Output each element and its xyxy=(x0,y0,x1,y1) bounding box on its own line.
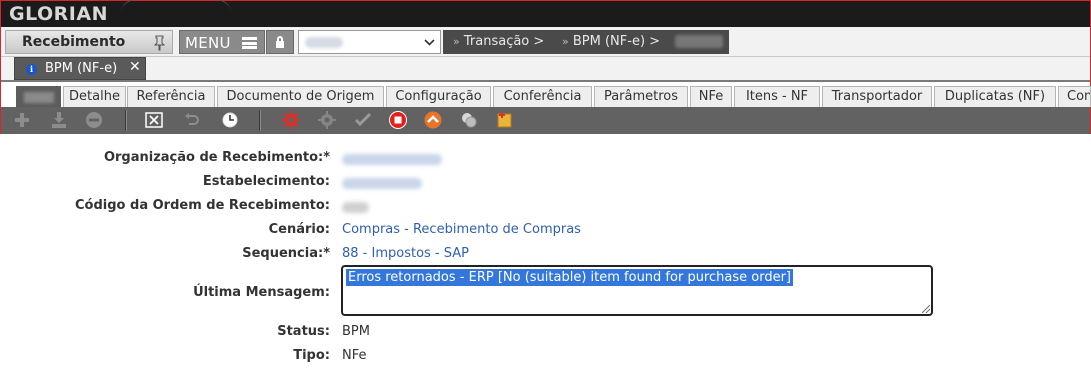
tab-nfe[interactable]: NFe xyxy=(690,86,732,107)
breadcrumb-bpm[interactable]: » BPM (NF-e) > xyxy=(562,34,660,49)
tab-documento-de-origem[interactable]: Documento de Origem xyxy=(217,86,384,107)
remove-icon[interactable] xyxy=(84,110,104,130)
estab-label: Estabelecimento: xyxy=(202,174,330,189)
ordem-value-redacted xyxy=(342,202,369,213)
stop-icon[interactable] xyxy=(388,110,408,130)
resize-handle-icon[interactable] xyxy=(922,305,930,313)
breadcrumb-transacao[interactable]: » Transação > xyxy=(453,34,544,49)
breadcrumb-arrow-icon: » xyxy=(453,35,460,48)
check-icon[interactable] xyxy=(353,110,373,130)
document-tab-strip: i BPM (NF-e) ✕ xyxy=(1,57,1090,81)
mensagem-text: Erros retornados - ERP [No (suitable) it… xyxy=(346,269,793,286)
gear-icon[interactable] xyxy=(281,110,301,130)
document-tab-label: BPM (NF-e) xyxy=(45,61,118,76)
tab-referencia[interactable]: Referência xyxy=(127,86,215,107)
estab-value-redacted[interactable] xyxy=(342,178,422,189)
close-icon[interactable]: ✕ xyxy=(129,59,141,75)
brand-bar: GLORIAN xyxy=(1,1,1090,27)
tab-label-redacted xyxy=(23,92,54,103)
export-icon[interactable] xyxy=(495,110,515,130)
cenario-label: Cenário: xyxy=(268,222,330,237)
pin-icon[interactable] xyxy=(153,35,166,55)
module-label: Recebimento xyxy=(22,34,126,50)
chevron-down-icon xyxy=(424,34,435,54)
sequencia-label: Sequencia:* xyxy=(242,246,330,261)
breadcrumb-label: BPM (NF-e) > xyxy=(572,34,661,49)
menu-label: MENU xyxy=(185,34,231,52)
document-tab-bpm[interactable]: i BPM (NF-e) ✕ xyxy=(14,57,146,80)
divider xyxy=(1,80,1090,82)
action-toolbar xyxy=(1,107,1090,134)
download-icon[interactable] xyxy=(49,110,69,130)
ordem-label: Código da Ordem de Recebimento: xyxy=(75,198,330,213)
info-icon: i xyxy=(26,64,37,75)
tab-detalhe[interactable]: Detalhe xyxy=(63,86,126,107)
status-value: BPM xyxy=(342,324,370,339)
tab-duplicatas-nf[interactable]: Duplicatas (NF) xyxy=(934,86,1056,107)
cancel-icon[interactable] xyxy=(144,110,164,130)
history-icon[interactable] xyxy=(220,110,240,130)
coins-icon[interactable] xyxy=(459,110,479,130)
org-value-redacted[interactable] xyxy=(342,154,442,165)
org-label: Organização de Recebimento:* xyxy=(103,150,330,165)
tipo-value: NFe xyxy=(342,348,367,363)
navigation-bar: Recebimento MENU » Transação > » BPM (NF… xyxy=(1,27,1090,57)
status-label: Status: xyxy=(277,324,330,339)
mensagem-textarea[interactable]: Erros retornados - ERP [No (suitable) it… xyxy=(341,265,933,316)
cenario-link[interactable]: Compras - Recebimento de Compras xyxy=(342,222,581,237)
app-logo: GLORIAN xyxy=(9,3,108,25)
tab-itens-nf[interactable]: Itens - NF xyxy=(734,86,820,107)
mensagem-label: Última Mensagem: xyxy=(193,285,330,300)
hamburger-icon xyxy=(242,37,257,49)
menu-button[interactable]: MENU xyxy=(179,30,265,54)
sequencia-link[interactable]: 88 - Impostos - SAP xyxy=(342,246,469,261)
breadcrumb-arrow-icon: » xyxy=(562,35,569,48)
undo-icon[interactable] xyxy=(182,110,202,130)
toolbar-separator xyxy=(259,110,261,131)
up-icon[interactable] xyxy=(423,110,443,130)
tab-transportador[interactable]: Transportador xyxy=(822,86,932,107)
tab-configuracao[interactable]: Configuração xyxy=(386,86,491,107)
receipt-form: Organização de Recebimento:* Estabelecim… xyxy=(0,134,1091,375)
lock-button[interactable] xyxy=(266,30,294,54)
toolbar-separator xyxy=(125,110,127,131)
organization-select[interactable] xyxy=(298,30,441,54)
gear-disabled-icon[interactable] xyxy=(317,110,337,130)
module-selector[interactable]: Recebimento xyxy=(5,30,173,54)
organization-value-redacted xyxy=(305,37,343,48)
tab-parametros[interactable]: Parâmetros xyxy=(594,86,688,107)
tab-conferencia[interactable]: Conferência xyxy=(493,86,592,107)
tab-redacted[interactable] xyxy=(16,86,61,107)
breadcrumb: » Transação > » BPM (NF-e) > xyxy=(443,30,729,54)
tab-con[interactable]: Con xyxy=(1058,86,1091,107)
breadcrumb-label: Transação > xyxy=(463,34,545,49)
breadcrumb-redacted xyxy=(675,35,723,48)
add-icon[interactable] xyxy=(12,110,32,130)
tipo-label: Tipo: xyxy=(293,348,330,363)
